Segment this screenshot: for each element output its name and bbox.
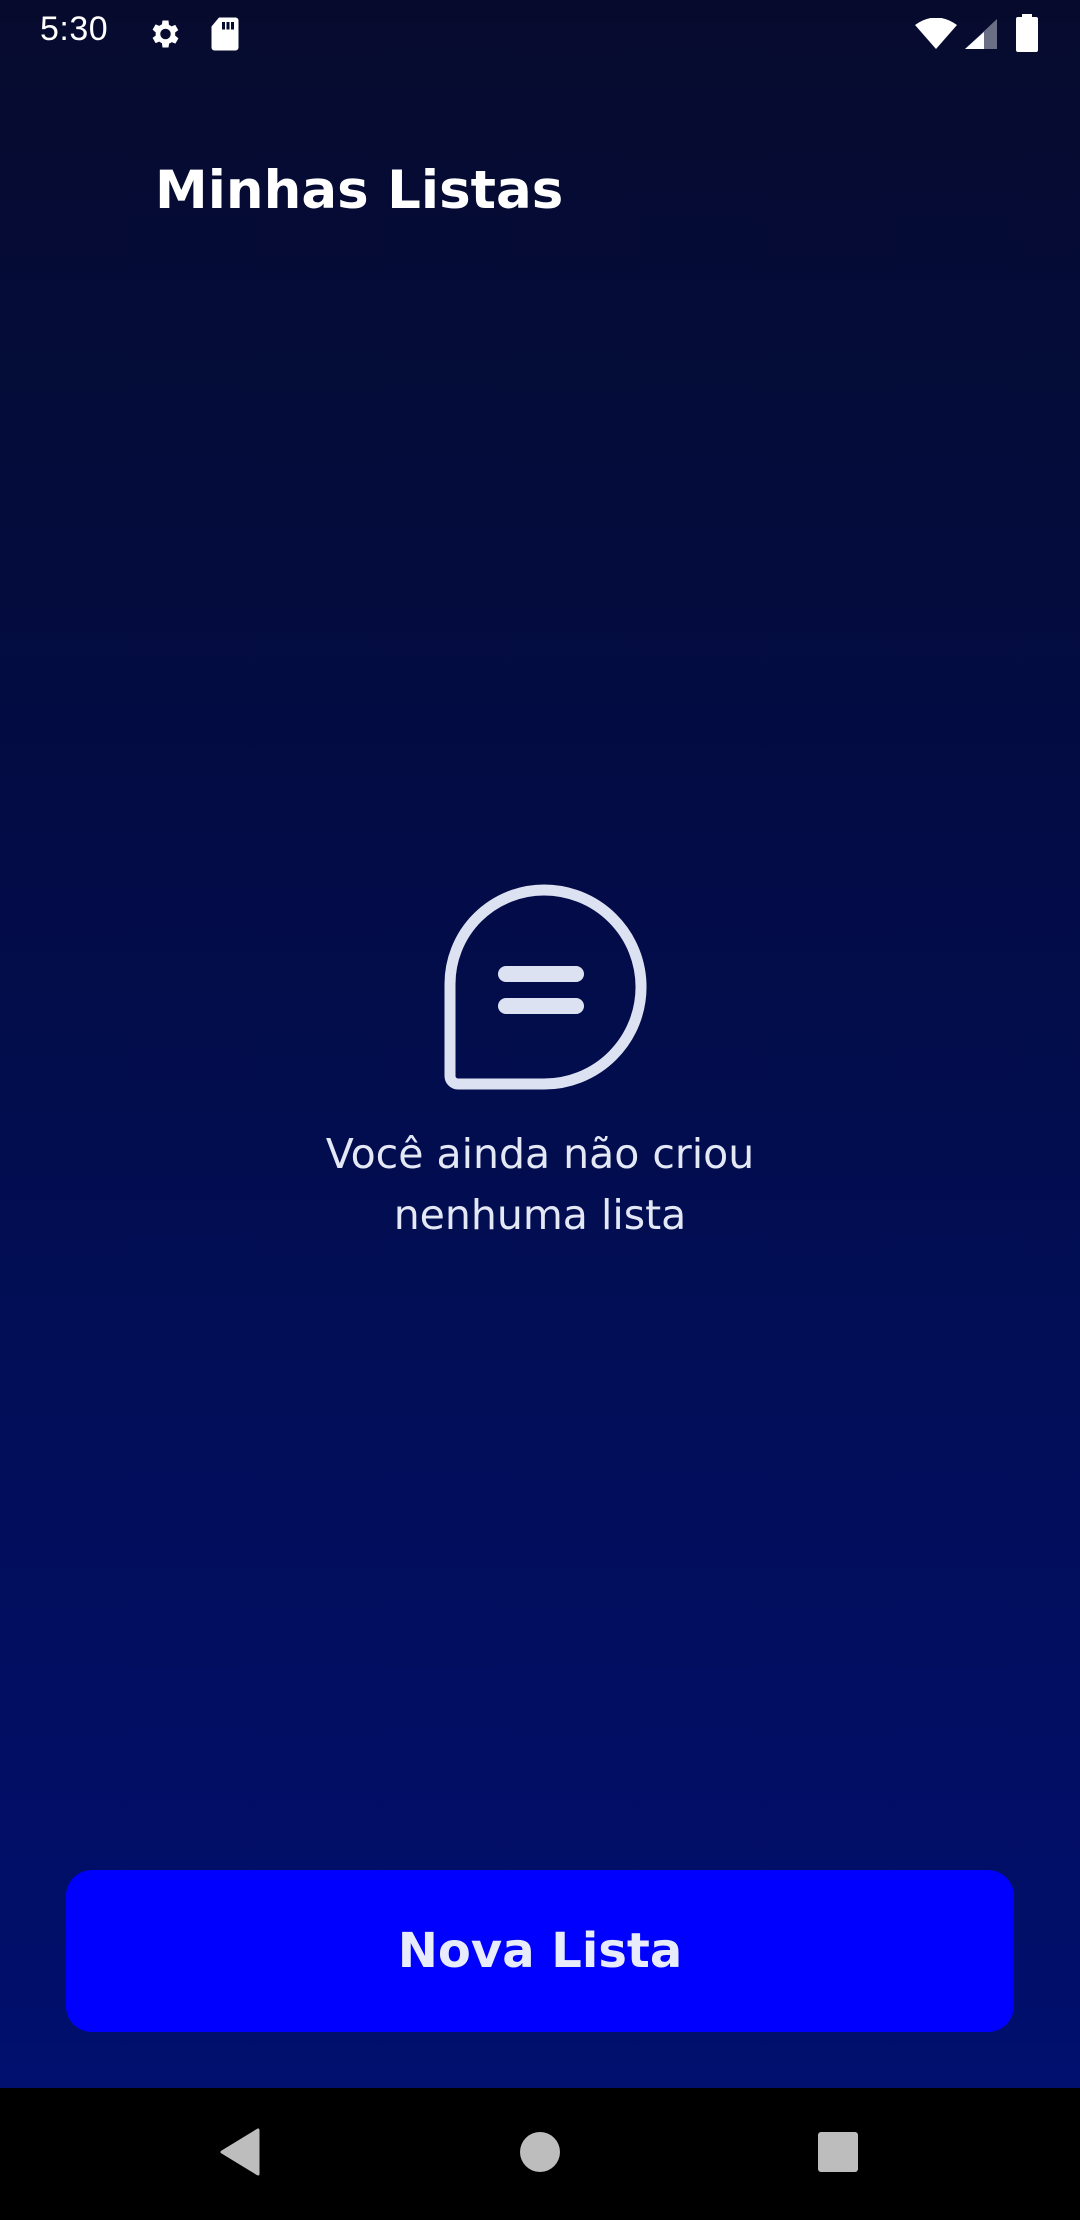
navigation-bar xyxy=(0,2088,1080,2220)
page-title: Minhas Listas xyxy=(155,160,564,221)
app-screen: 5:30 Minhas Listas Você ainda não criou … xyxy=(0,0,1080,2088)
battery-icon xyxy=(1016,14,1038,56)
status-time: 5:30 xyxy=(40,10,109,48)
home-icon xyxy=(519,2131,561,2177)
recents-button[interactable] xyxy=(768,2088,908,2220)
chat-bubble-icon xyxy=(440,884,648,1092)
back-button[interactable] xyxy=(170,2088,310,2220)
back-icon xyxy=(218,2128,262,2180)
sd-card-icon xyxy=(210,16,240,56)
new-list-button[interactable]: Nova Lista xyxy=(66,1870,1014,2032)
empty-state-line-1: Você ainda não criou xyxy=(325,1130,755,1178)
recents-icon xyxy=(817,2131,859,2177)
home-button[interactable] xyxy=(470,2088,610,2220)
status-bar: 5:30 xyxy=(0,0,1080,66)
signal-icon xyxy=(964,18,998,54)
settings-icon xyxy=(146,16,182,56)
wifi-icon xyxy=(914,17,958,54)
empty-state-line-2: nenhuma lista xyxy=(393,1191,687,1239)
empty-state-message: Você ainda não criou nenhuma lista xyxy=(190,1124,890,1246)
